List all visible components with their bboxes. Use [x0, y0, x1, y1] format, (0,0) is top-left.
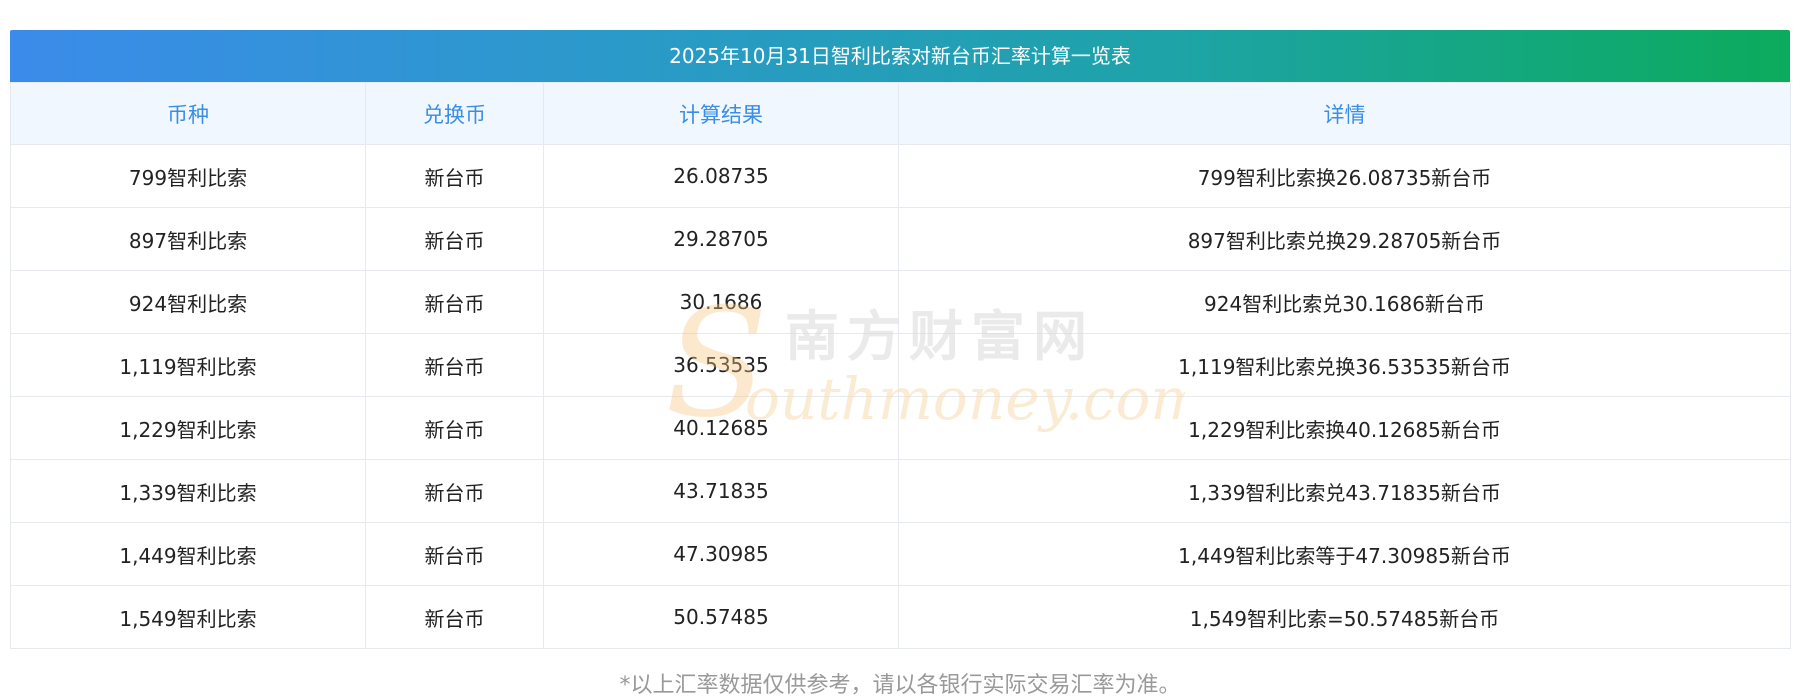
cell-target: 新台币: [365, 207, 544, 271]
cell-target: 新台币: [365, 270, 544, 334]
cell-currency: 1,339智利比索: [10, 459, 366, 523]
cell-result: 26.08735: [543, 144, 899, 208]
cell-detail: 897智利比索兑换29.28705新台币: [898, 207, 1791, 271]
table-row: 924智利比索 新台币 30.1686 924智利比索兑30.1686新台币: [10, 270, 1791, 334]
table-title: 2025年10月31日智利比索对新台币汇率计算一览表: [10, 30, 1790, 82]
cell-result: 47.30985: [543, 522, 899, 586]
table-row: 1,549智利比索 新台币 50.57485 1,549智利比索=50.5748…: [10, 585, 1791, 649]
cell-currency: 1,119智利比索: [10, 333, 366, 397]
column-header-detail: 详情: [898, 82, 1791, 145]
cell-target: 新台币: [365, 333, 544, 397]
cell-result: 40.12685: [543, 396, 899, 460]
cell-currency: 897智利比索: [10, 207, 366, 271]
cell-currency: 799智利比索: [10, 144, 366, 208]
cell-detail: 1,229智利比索换40.12685新台币: [898, 396, 1791, 460]
cell-detail: 1,339智利比索兑43.71835新台币: [898, 459, 1791, 523]
rate-table-container: 2025年10月31日智利比索对新台币汇率计算一览表 币种 兑换币 计算结果 详…: [10, 30, 1791, 697]
column-header-currency: 币种: [10, 82, 366, 145]
cell-detail: 799智利比索换26.08735新台币: [898, 144, 1791, 208]
cell-target: 新台币: [365, 396, 544, 460]
cell-detail: 1,119智利比索兑换36.53535新台币: [898, 333, 1791, 397]
table-row: 897智利比索 新台币 29.28705 897智利比索兑换29.28705新台…: [10, 207, 1791, 271]
cell-currency: 1,449智利比索: [10, 522, 366, 586]
table-row: 799智利比索 新台币 26.08735 799智利比索换26.08735新台币: [10, 144, 1791, 208]
table-row: 1,229智利比索 新台币 40.12685 1,229智利比索换40.1268…: [10, 396, 1791, 460]
column-header-target: 兑换币: [365, 82, 544, 145]
rate-table: 币种 兑换币 计算结果 详情 799智利比索 新台币 26.08735 799智…: [10, 82, 1791, 649]
cell-detail: 924智利比索兑30.1686新台币: [898, 270, 1791, 334]
cell-target: 新台币: [365, 522, 544, 586]
disclaimer-footnote: *以上汇率数据仅供参考，请以各银行实际交易汇率为准。: [619, 673, 1181, 697]
column-header-result: 计算结果: [543, 82, 899, 145]
cell-target: 新台币: [365, 585, 544, 649]
cell-detail: 1,549智利比索=50.57485新台币: [898, 585, 1791, 649]
header-row: 币种 兑换币 计算结果 详情: [10, 82, 1791, 145]
cell-target: 新台币: [365, 459, 544, 523]
cell-result: 43.71835: [543, 459, 899, 523]
cell-target: 新台币: [365, 144, 544, 208]
cell-currency: 924智利比索: [10, 270, 366, 334]
cell-currency: 1,549智利比索: [10, 585, 366, 649]
cell-currency: 1,229智利比索: [10, 396, 366, 460]
table-row: 1,449智利比索 新台币 47.30985 1,449智利比索等于47.309…: [10, 522, 1791, 586]
cell-detail: 1,449智利比索等于47.30985新台币: [898, 522, 1791, 586]
table-row: 1,339智利比索 新台币 43.71835 1,339智利比索兑43.7183…: [10, 459, 1791, 523]
table-row: 1,119智利比索 新台币 36.53535 1,119智利比索兑换36.535…: [10, 333, 1791, 397]
cell-result: 50.57485: [543, 585, 899, 649]
cell-result: 29.28705: [543, 207, 899, 271]
cell-result: 30.1686: [543, 270, 899, 334]
cell-result: 36.53535: [543, 333, 899, 397]
table-box: 币种 兑换币 计算结果 详情 799智利比索 新台币 26.08735 799智…: [10, 82, 1791, 649]
